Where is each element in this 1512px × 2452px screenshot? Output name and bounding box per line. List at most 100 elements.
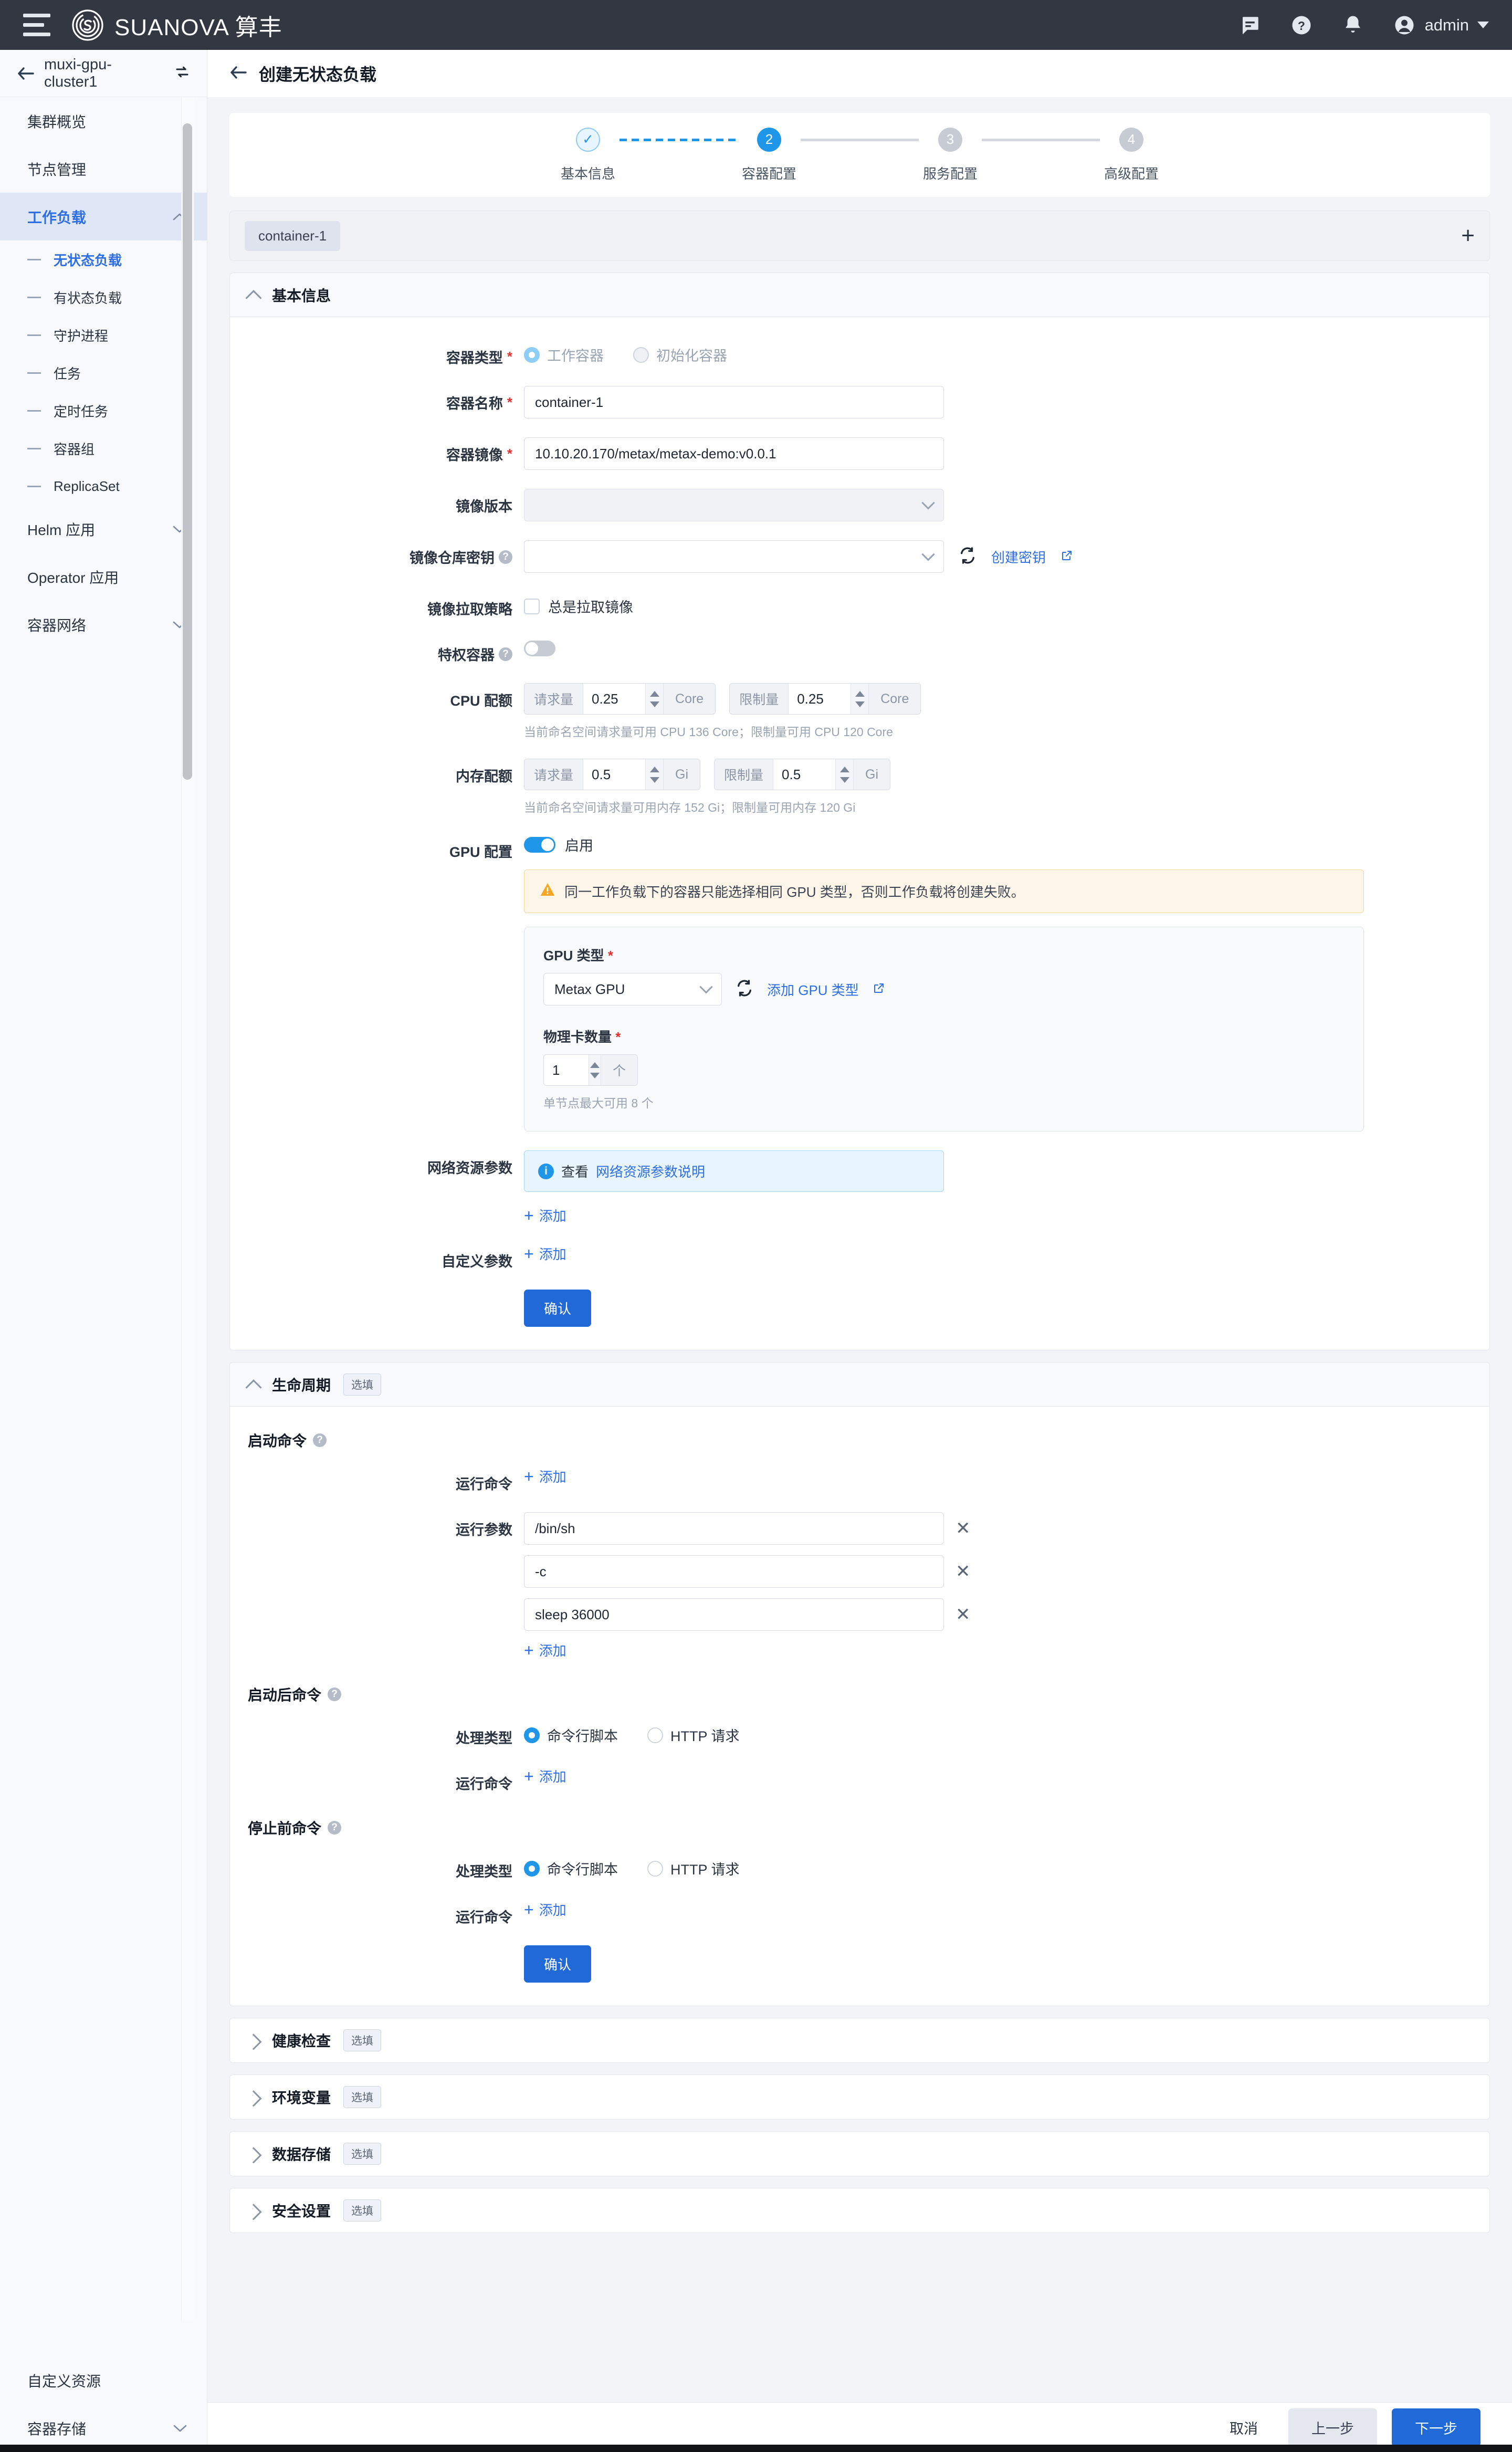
spin-up-icon[interactable] [649,690,659,697]
sidebar-item-helm-apps[interactable]: Helm 应用 [0,505,207,553]
sidebar-item-workloads[interactable]: 工作负载 [0,193,207,240]
user-menu[interactable]: admin [1392,13,1489,37]
add-run-arg-button[interactable]: + 添加 [524,1640,566,1660]
spin-up-icon[interactable] [649,766,659,772]
privileged-toggle[interactable] [524,641,555,656]
registry-secret-select[interactable] [524,540,944,573]
stepper-value[interactable]: 0.5 [583,759,646,790]
help-icon[interactable]: ? [328,1821,342,1835]
step-container-config[interactable]: 2 容器配置 [738,127,801,183]
switch-cluster-icon[interactable] [174,64,190,82]
stepper-value[interactable]: 0.5 [773,759,836,790]
basic-confirm-button[interactable]: 确认 [524,1290,592,1327]
cancel-button[interactable]: 取消 [1214,2408,1274,2447]
spin-up-icon[interactable] [855,690,865,697]
refresh-secret-icon[interactable] [959,547,976,567]
add-run-command-button[interactable]: + 添加 [524,1466,566,1486]
sidebar-item-cluster-overview[interactable]: 集群概览 [0,97,207,145]
menu-toggle-icon[interactable] [23,13,54,37]
next-step-button[interactable]: 下一步 [1392,2408,1480,2447]
lifecycle-confirm-button[interactable]: 确认 [524,1945,592,1983]
sidebar-item-replicaset[interactable]: ReplicaSet [0,467,207,505]
cpu-limit-stepper[interactable]: 限制量 0.25 Core [729,683,921,715]
cluster-selector[interactable]: muxi-gpu-cluster1 [0,50,207,97]
chat-icon[interactable] [1238,13,1262,37]
sidebar-item-stateless-workload[interactable]: 无状态负载 [0,240,207,278]
page-back-icon[interactable] [229,66,247,82]
create-secret-link[interactable]: 创建密钥 [991,547,1046,567]
add-container-button[interactable]: + [1461,224,1475,247]
spin-up-icon[interactable] [590,1062,600,1068]
stepper-spinner[interactable] [850,684,869,714]
radio-pre-stop-http[interactable]: HTTP 请求 [647,1858,740,1879]
radio-init-container[interactable]: 初始化容器 [633,344,727,365]
container-image-input[interactable]: 10.10.20.170/metax/metax-demo:v0.0.1 [524,437,944,470]
sidebar-item-node-management[interactable]: 节点管理 [0,145,207,193]
external-link-icon[interactable] [873,982,885,997]
panel-health-check-header[interactable]: 健康检查 选填 [230,2018,1489,2062]
refresh-gpu-types-icon[interactable] [736,979,753,1000]
help-icon[interactable]: ? [1289,13,1314,37]
help-icon[interactable]: ? [328,1688,342,1701]
run-arg-input-2[interactable]: sleep 36000 [524,1598,944,1631]
step-advanced-config[interactable]: 4 高级配置 [1100,127,1163,183]
run-arg-input-0[interactable]: /bin/sh [524,1512,944,1545]
previous-step-button[interactable]: 上一步 [1288,2408,1377,2447]
always-pull-checkbox[interactable]: 总是拉取镜像 [524,592,1489,616]
sidebar-item-daemonset[interactable]: 守护进程 [0,316,207,354]
spin-down-icon[interactable] [590,1072,600,1078]
gpu-enable-toggle[interactable] [524,836,555,853]
sidebar-item-container-network[interactable]: 容器网络 [0,601,207,648]
sidebar-item-cronjob[interactable]: 定时任务 [0,392,207,429]
panel-data-storage-header[interactable]: 数据存储 选填 [230,2132,1489,2176]
panel-basic-info-header[interactable]: 基本信息 [230,273,1489,317]
stepper-value[interactable]: 0.25 [583,684,646,714]
panel-env-variables-header[interactable]: 环境变量 选填 [230,2075,1489,2119]
back-arrow-icon[interactable] [17,67,35,80]
sidebar-item-job[interactable]: 任务 [0,354,207,392]
gpu-card-count-stepper[interactable]: 1 个 [543,1054,638,1086]
remove-run-arg-icon[interactable]: ✕ [956,1520,971,1537]
radio-work-container[interactable]: 工作容器 [524,344,604,365]
image-version-select[interactable] [524,489,944,521]
stepper-spinner[interactable] [645,759,664,790]
container-tab-1[interactable]: container-1 [245,221,341,251]
sidebar-scrollbar[interactable] [183,123,192,780]
step-basic-info[interactable]: ✓ 基本信息 [556,127,620,183]
step-service-config[interactable]: 3 服务配置 [919,127,982,183]
radio-post-start-script[interactable]: 命令行脚本 [524,1725,618,1745]
run-arg-input-1[interactable]: -c [524,1555,944,1588]
sidebar-item-pods[interactable]: 容器组 [0,429,207,467]
memory-limit-stepper[interactable]: 限制量 0.5 Gi [714,759,891,790]
memory-request-stepper[interactable]: 请求量 0.5 Gi [524,759,701,790]
sidebar-item-stateful-workload[interactable]: 有状态负载 [0,278,207,316]
gpu-type-select[interactable]: Metax GPU [543,973,722,1005]
external-link-icon[interactable] [1060,549,1073,564]
help-icon[interactable]: ? [499,550,512,564]
cpu-request-stepper[interactable]: 请求量 0.25 Core [524,683,716,715]
radio-pre-stop-script[interactable]: 命令行脚本 [524,1858,618,1879]
stepper-spinner[interactable] [588,1055,601,1085]
add-custom-param-button[interactable]: + 添加 [524,1244,566,1263]
add-gpu-type-link[interactable]: 添加 GPU 类型 [767,980,859,999]
spin-up-icon[interactable] [839,766,849,772]
spin-down-icon[interactable] [855,701,865,707]
panel-lifecycle-header[interactable]: 生命周期 选填 [230,1363,1489,1407]
stepper-spinner[interactable] [835,759,854,790]
add-network-param-button[interactable]: + 添加 [524,1206,566,1225]
radio-post-start-http[interactable]: HTTP 请求 [647,1725,740,1745]
stepper-value[interactable]: 1 [544,1055,589,1085]
sidebar-item-custom-resource[interactable]: 自定义资源 [0,2356,207,2404]
network-params-doc-link[interactable]: 网络资源参数说明 [596,1161,705,1181]
remove-run-arg-icon[interactable]: ✕ [956,1606,971,1623]
sidebar-item-operator-apps[interactable]: Operator 应用 [0,553,207,601]
remove-run-arg-icon[interactable]: ✕ [956,1563,971,1580]
stepper-value[interactable]: 0.25 [789,684,851,714]
container-name-input[interactable]: container-1 [524,386,944,418]
stepper-spinner[interactable] [645,684,664,714]
spin-down-icon[interactable] [649,777,659,783]
help-icon[interactable]: ? [313,1433,327,1447]
spin-down-icon[interactable] [839,777,849,783]
add-pre-stop-command-button[interactable]: + 添加 [524,1900,566,1919]
panel-security-settings-header[interactable]: 安全设置 选填 [230,2188,1489,2233]
